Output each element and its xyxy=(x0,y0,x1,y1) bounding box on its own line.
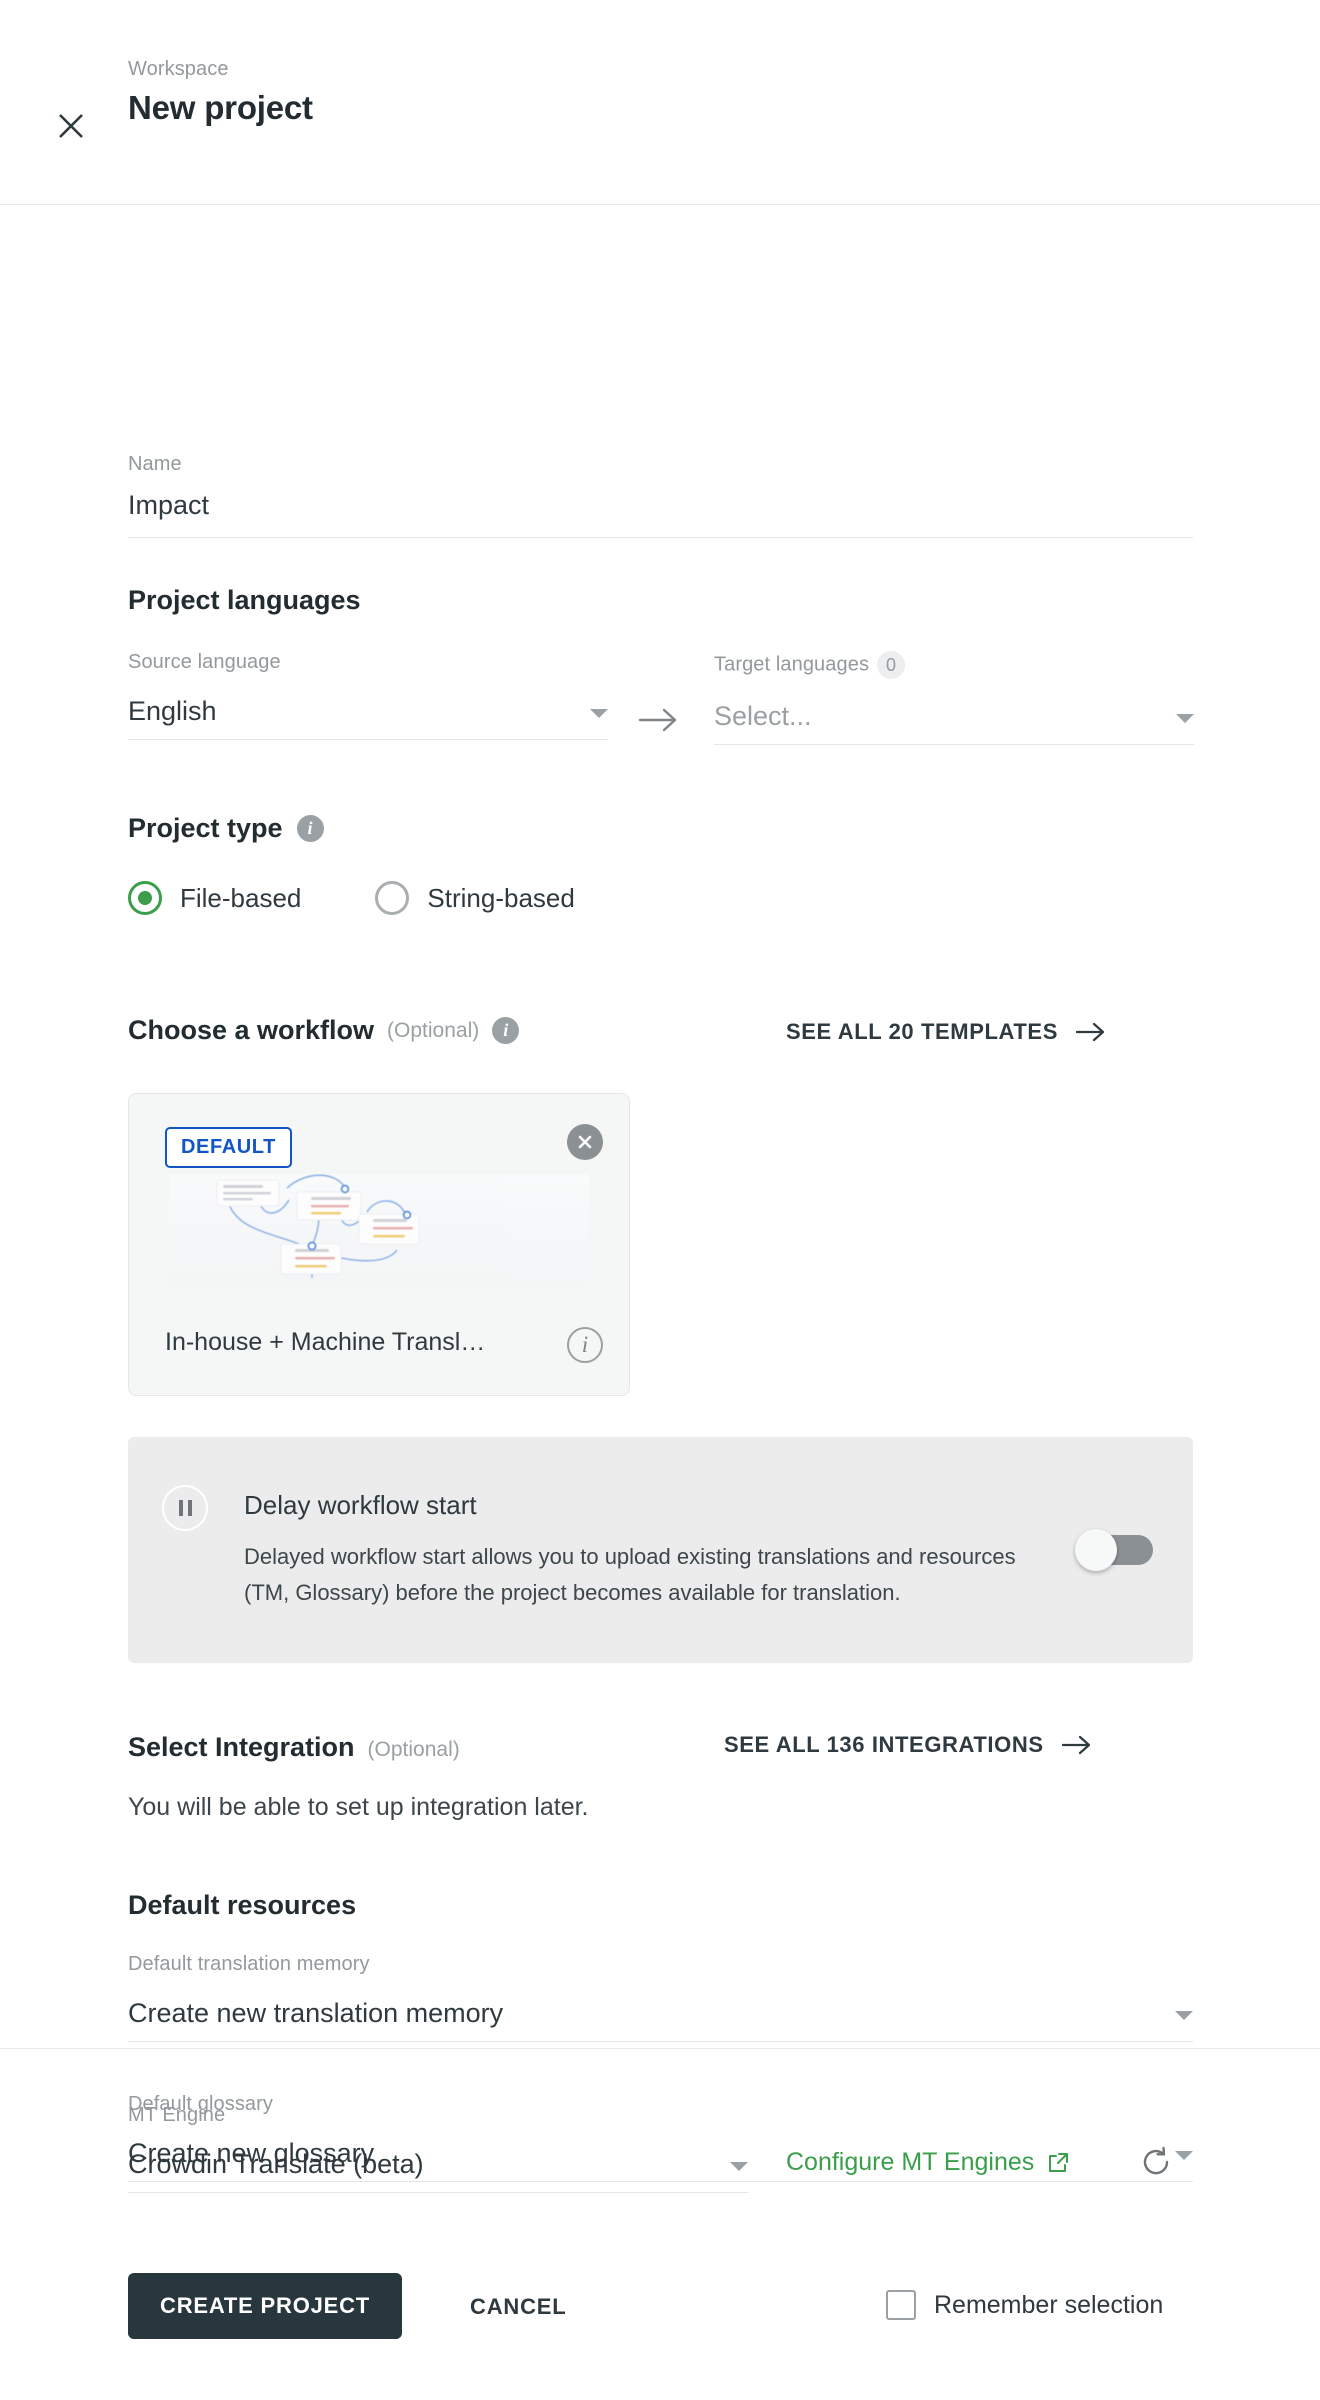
source-language-label: Source language xyxy=(128,651,608,674)
default-translation-memory-label: Default translation memory xyxy=(128,1953,1193,1976)
configure-mt-engines-link[interactable]: Configure MT Engines xyxy=(786,2148,1070,2177)
chevron-down-icon xyxy=(730,2162,748,2171)
remember-selection-label: Remember selection xyxy=(934,2291,1163,2320)
integration-note: You will be able to set up integration l… xyxy=(128,1793,589,1822)
delay-workflow-toggle[interactable] xyxy=(1075,1529,1153,1571)
workflow-card-title: In-house + Machine Transl… xyxy=(165,1328,485,1357)
mt-engine-field[interactable]: MT Engine Crowdin Translate (beta) xyxy=(128,2104,748,2193)
project-type-title: Project type xyxy=(128,813,283,844)
project-name-input[interactable]: Impact xyxy=(128,490,1193,538)
arrow-right-icon xyxy=(1062,1734,1092,1756)
target-languages-placeholder: Select... xyxy=(714,701,812,732)
project-type-heading: Project type i xyxy=(128,813,324,844)
radio-label-string-based: String-based xyxy=(427,883,574,914)
see-all-integrations-label: SEE ALL 136 INTEGRATIONS xyxy=(724,1732,1044,1758)
radio-file-based[interactable]: File-based xyxy=(128,881,301,915)
mt-engine-value: Crowdin Translate (beta) xyxy=(128,2149,424,2180)
chevron-down-icon xyxy=(590,709,608,718)
source-language-field[interactable]: Source language English xyxy=(128,651,608,740)
radio-string-based[interactable]: String-based xyxy=(375,881,574,915)
refresh-mt-engines-button[interactable] xyxy=(1140,2146,1172,2183)
info-icon[interactable]: i xyxy=(567,1327,603,1363)
source-language-value: English xyxy=(128,696,217,727)
workflow-heading: Choose a workflow (Optional) i xyxy=(128,1015,519,1046)
create-project-button[interactable]: CREATE PROJECT xyxy=(128,2273,402,2339)
target-languages-select[interactable]: Select... xyxy=(714,701,1194,745)
close-icon xyxy=(576,1133,594,1151)
language-direction-arrow xyxy=(638,705,680,740)
integration-title: Select Integration xyxy=(128,1732,355,1763)
radio-indicator-string-based xyxy=(375,881,409,915)
mt-engine-label: MT Engine xyxy=(128,2104,748,2127)
chevron-down-icon xyxy=(1176,714,1194,723)
target-languages-field[interactable]: Target languages 0 Select... xyxy=(714,651,1194,745)
project-name-label: Name xyxy=(128,453,1193,476)
breadcrumb: Workspace xyxy=(128,58,313,81)
pause-icon xyxy=(162,1485,208,1531)
see-all-integrations-link[interactable]: SEE ALL 136 INTEGRATIONS xyxy=(724,1732,1092,1758)
mt-engine-select[interactable]: Crowdin Translate (beta) xyxy=(128,2149,748,2193)
info-icon[interactable]: i xyxy=(297,815,324,842)
default-translation-memory-value: Create new translation memory xyxy=(128,1998,503,2029)
dialog-header: Workspace New project xyxy=(0,0,1320,205)
close-icon xyxy=(56,111,86,141)
radio-indicator-file-based xyxy=(128,881,162,915)
workflow-title: Choose a workflow xyxy=(128,1015,374,1046)
remember-selection-checkbox[interactable]: Remember selection xyxy=(886,2290,1163,2320)
integration-heading: Select Integration (Optional) xyxy=(128,1732,460,1763)
page-title: New project xyxy=(128,89,313,127)
target-languages-label-text: Target languages xyxy=(714,653,869,675)
header-text-block: Workspace New project xyxy=(128,58,313,127)
footer-divider xyxy=(0,2048,1320,2049)
info-icon[interactable]: i xyxy=(492,1017,519,1044)
configure-mt-engines-label: Configure MT Engines xyxy=(786,2148,1034,2177)
target-languages-count-badge: 0 xyxy=(877,651,905,679)
project-languages-heading: Project languages xyxy=(128,585,361,616)
project-type-radio-group: File-based String-based xyxy=(128,881,575,915)
source-language-select[interactable]: English xyxy=(128,696,608,740)
workflow-diagram-thumbnail xyxy=(169,1174,589,1284)
delay-workflow-title: Delay workflow start xyxy=(244,1490,477,1521)
target-languages-label: Target languages 0 xyxy=(714,651,1194,679)
workflow-diagram-icon xyxy=(169,1174,589,1284)
arrow-right-icon xyxy=(638,705,680,735)
see-all-templates-label: SEE ALL 20 TEMPLATES xyxy=(786,1019,1058,1045)
delay-workflow-description: Delayed workflow start allows you to upl… xyxy=(244,1539,1024,1611)
remove-workflow-button[interactable] xyxy=(567,1124,603,1160)
close-dialog-button[interactable] xyxy=(48,103,94,149)
workflow-optional-tag: (Optional) xyxy=(387,1019,479,1043)
refresh-icon xyxy=(1140,2146,1172,2178)
default-translation-memory-select[interactable]: Create new translation memory xyxy=(128,1998,1193,2042)
chevron-down-icon xyxy=(1175,2151,1193,2160)
arrow-right-icon xyxy=(1076,1021,1106,1043)
workflow-template-card[interactable]: DEFAULT In-house + Machine Transl… i xyxy=(128,1093,630,1396)
checkbox-indicator xyxy=(886,2290,916,2320)
toggle-knob xyxy=(1075,1529,1117,1571)
project-name-field[interactable]: Name Impact xyxy=(128,453,1193,538)
default-resources-heading: Default resources xyxy=(128,1890,356,1921)
radio-label-file-based: File-based xyxy=(180,883,301,914)
default-badge: DEFAULT xyxy=(165,1127,292,1168)
see-all-templates-link[interactable]: SEE ALL 20 TEMPLATES xyxy=(786,1019,1106,1045)
external-link-icon xyxy=(1046,2151,1070,2175)
default-translation-memory-field[interactable]: Default translation memory Create new tr… xyxy=(128,1953,1193,2042)
cancel-button[interactable]: CANCEL xyxy=(470,2294,566,2320)
integration-optional-tag: (Optional) xyxy=(368,1738,460,1762)
delay-workflow-panel: Delay workflow start Delayed workflow st… xyxy=(128,1437,1193,1663)
chevron-down-icon xyxy=(1175,2011,1193,2020)
